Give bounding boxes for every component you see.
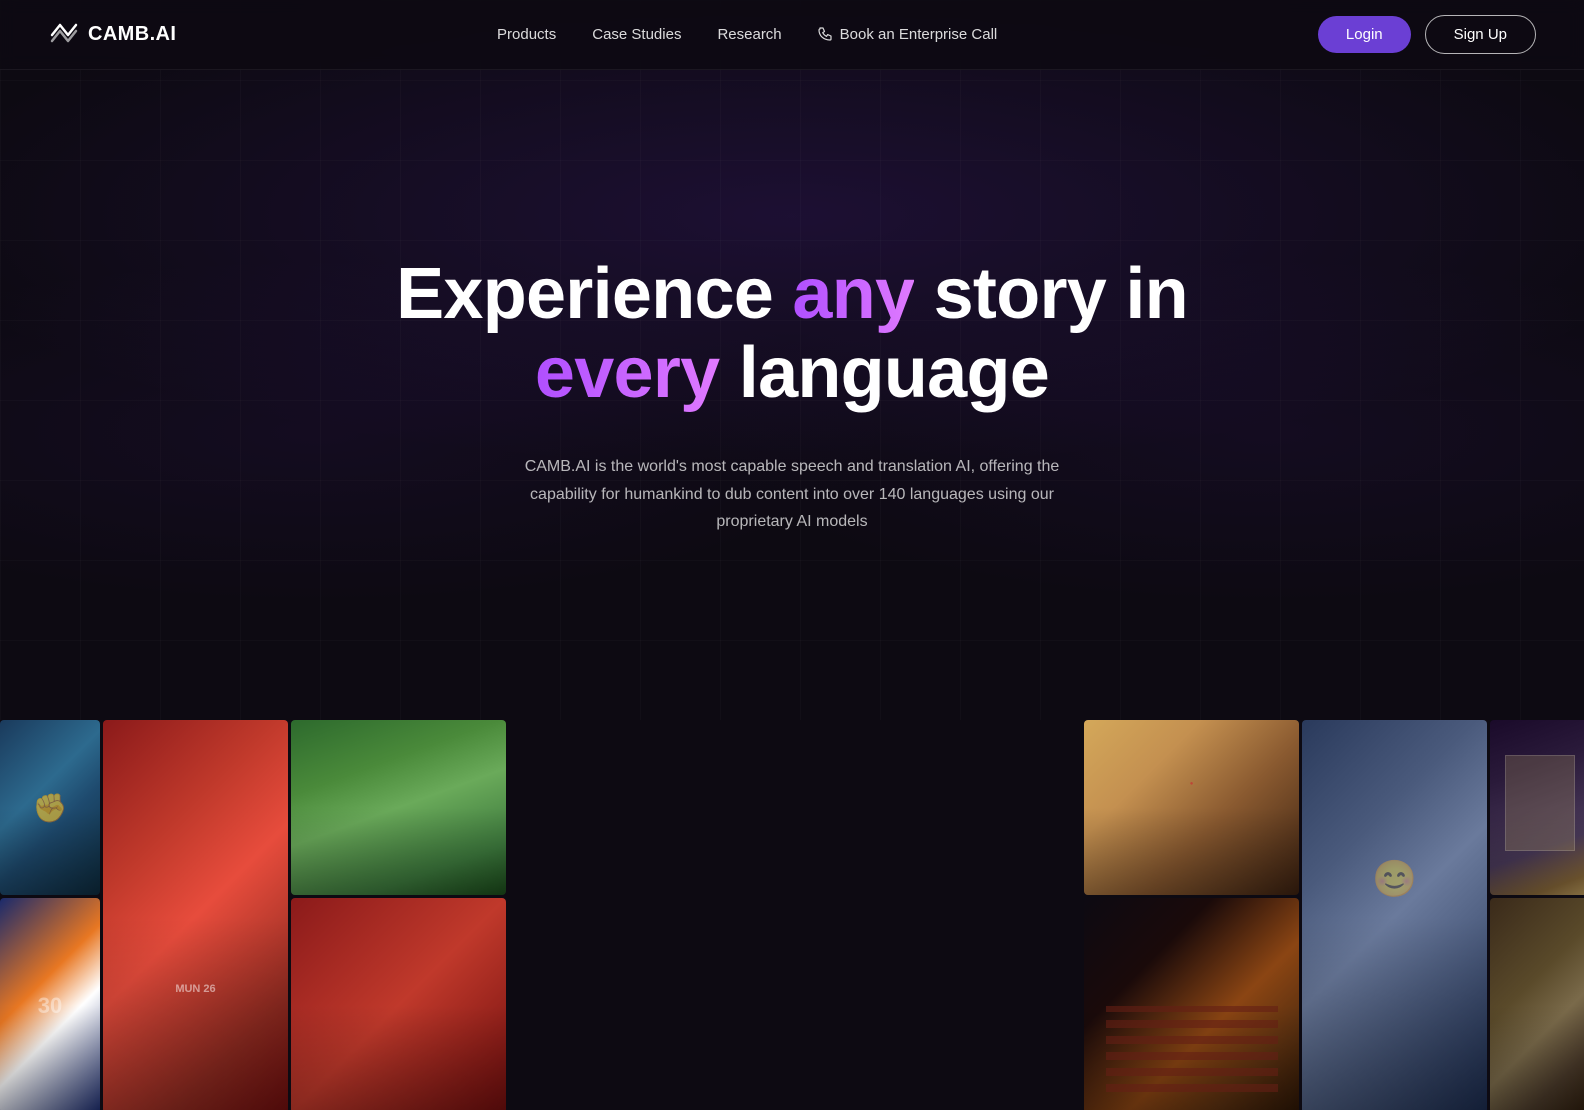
login-button[interactable]: Login (1318, 16, 1411, 53)
hero-title-any: any (792, 254, 914, 334)
hero-title-line2: every language (535, 333, 1049, 413)
woman-portrait-image (1084, 720, 1299, 895)
signup-button[interactable]: Sign Up (1425, 15, 1536, 54)
hero-title-every: every (535, 333, 720, 413)
enterprise-call-label: Book an Enterprise Call (840, 26, 998, 43)
hero-title-experience: Experience (396, 254, 792, 334)
hero-title-line1: Experience any story in (396, 254, 1188, 334)
scene-image (1490, 898, 1584, 1110)
tennis-image (0, 720, 100, 895)
phone-icon (818, 27, 833, 42)
collage-right (1084, 720, 1584, 1110)
nav-links: Products Case Studies Research Book an E… (497, 26, 997, 44)
hero-title: Experience any story in every language (396, 255, 1188, 413)
nav-research[interactable]: Research (717, 26, 781, 43)
logo-text: CAMB.AI (88, 23, 176, 46)
soccer-sub-image (291, 898, 506, 1110)
soccer-main-image (103, 720, 288, 1110)
football-image (0, 898, 100, 1110)
cinema-image (1084, 898, 1299, 1110)
theater-image (1490, 720, 1584, 895)
navbar: CAMB.AI Products Case Studies Research B… (0, 0, 1584, 70)
man-smile-image (1302, 720, 1487, 1110)
collage-left (0, 720, 500, 1110)
nav-products[interactable]: Products (497, 26, 556, 43)
nav-actions: Login Sign Up (1318, 15, 1536, 54)
hero-title-story-in: story in (914, 254, 1188, 334)
logo[interactable]: CAMB.AI (48, 19, 176, 51)
hero-section: Experience any story in every language C… (0, 0, 1584, 720)
nav-enterprise-call[interactable]: Book an Enterprise Call (818, 26, 998, 43)
nav-case-studies[interactable]: Case Studies (592, 26, 681, 43)
hero-title-language: language (720, 333, 1050, 413)
hero-description: CAMB.AI is the world's most capable spee… (512, 453, 1072, 535)
logo-icon (48, 19, 80, 51)
collage-section (0, 720, 1584, 1110)
field-image (291, 720, 506, 895)
